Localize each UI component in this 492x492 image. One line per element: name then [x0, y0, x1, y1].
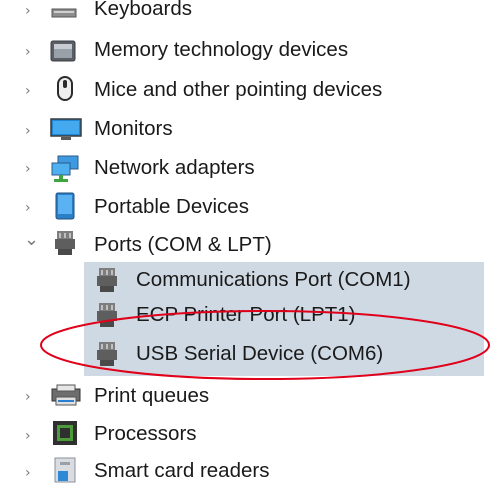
tree-child-label: USB Serial Device (COM6)	[136, 342, 384, 365]
tree-item-memory-technology-devices[interactable]: › Memory technology devices	[0, 30, 492, 68]
tree-item-ports[interactable]: ⌄ Ports (COM & LPT)	[0, 226, 492, 264]
mouse-icon	[52, 75, 78, 101]
chevron-right-icon[interactable]: ›	[25, 428, 41, 444]
tree-child-label: Communications Port (COM1)	[136, 268, 411, 291]
tree-item-label: Keyboards	[94, 0, 193, 20]
chevron-right-icon[interactable]: ›	[25, 83, 41, 99]
device-tree: › Keyboards › Memory technology devices …	[0, 0, 492, 492]
printer-icon	[50, 383, 82, 409]
tree-item-label: Portable Devices	[94, 195, 249, 218]
port-icon	[94, 302, 120, 328]
chevron-right-icon[interactable]: ›	[25, 161, 41, 177]
tree-item-network-adapters[interactable]: › Network adapters	[0, 149, 492, 187]
chevron-right-icon[interactable]: ›	[25, 123, 41, 139]
port-icon	[52, 230, 78, 256]
keyboard-icon	[51, 0, 77, 26]
tree-item-smart-card-readers[interactable]: › Smart card readers	[0, 453, 492, 491]
tree-item-label: Smart card readers	[94, 459, 270, 482]
smart-card-reader-icon	[52, 457, 78, 483]
chevron-right-icon[interactable]: ›	[25, 465, 41, 481]
network-adapter-icon	[50, 153, 82, 183]
tree-child-com6[interactable]: USB Serial Device (COM6)	[84, 332, 484, 376]
tree-child-lpt1[interactable]: ECP Printer Port (LPT1)	[84, 297, 484, 332]
tree-item-monitors[interactable]: › Monitors	[0, 111, 492, 149]
tree-item-portable-devices[interactable]: › Portable Devices	[0, 188, 492, 226]
port-icon	[94, 341, 120, 367]
chevron-right-icon[interactable]: ›	[25, 200, 41, 216]
tree-item-label: Network adapters	[94, 156, 255, 179]
port-icon	[94, 267, 120, 293]
tree-item-label: Ports (COM & LPT)	[94, 233, 272, 256]
tree-child-com1[interactable]: Communications Port (COM1)	[84, 262, 484, 297]
memory-card-icon	[50, 38, 76, 64]
chevron-right-icon[interactable]: ›	[25, 389, 41, 405]
tree-item-print-queues[interactable]: › Print queues	[0, 377, 492, 415]
tree-item-label: Monitors	[94, 117, 173, 140]
portable-device-icon	[54, 192, 80, 220]
chevron-down-icon[interactable]: ⌄	[24, 231, 40, 249]
chevron-right-icon[interactable]: ›	[25, 44, 41, 60]
tree-child-label: ECP Printer Port (LPT1)	[136, 303, 356, 326]
monitor-icon	[50, 117, 82, 143]
tree-item-keyboards[interactable]: › Keyboards	[0, 0, 492, 26]
tree-item-label: Processors	[94, 422, 197, 445]
processor-icon	[52, 420, 78, 446]
tree-item-mice[interactable]: › Mice and other pointing devices	[0, 71, 492, 109]
chevron-right-icon[interactable]: ›	[25, 3, 41, 19]
tree-item-processors[interactable]: › Processors	[0, 416, 492, 454]
tree-item-label: Mice and other pointing devices	[94, 78, 383, 101]
tree-item-label: Memory technology devices	[94, 38, 349, 61]
tree-item-label: Print queues	[94, 384, 210, 407]
